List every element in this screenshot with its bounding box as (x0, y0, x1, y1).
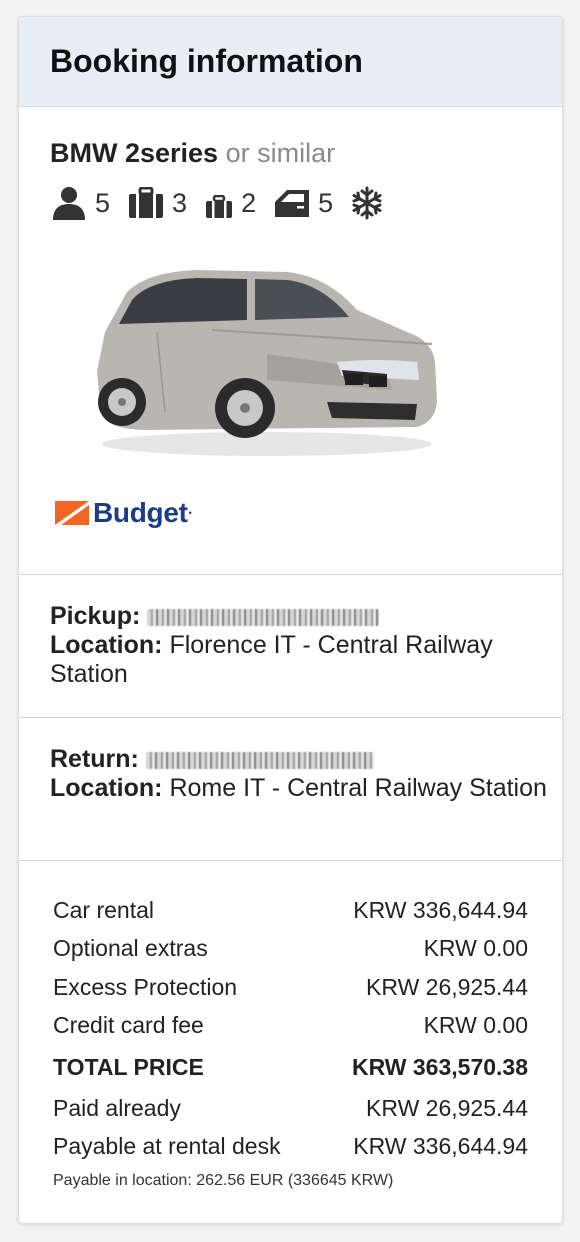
large-bag-icon (129, 187, 164, 218)
price-label: Paid already (53, 1094, 181, 1121)
return-location: Rome IT - Central Railway Station (169, 774, 547, 802)
total-price-row: TOTAL PRICE KRW 363,570.38 (53, 1045, 528, 1089)
feature-passengers: 5 (50, 186, 110, 220)
air-conditioning-icon (352, 186, 382, 220)
price-table: Car rental KRW 336,644.94 Optional extra… (53, 891, 528, 1166)
price-label: Excess Protection (53, 973, 238, 1000)
car-similar-text: or similar (225, 138, 336, 168)
payable-in-location-note: Payable in location: 262.56 EUR (336645 … (53, 1172, 394, 1189)
price-row: Paid already KRW 26,925.44 (53, 1089, 528, 1128)
feature-small-bags: 2 (204, 187, 256, 219)
price-summary: Car rental KRW 336,644.94 Optional extra… (19, 861, 562, 1190)
supplier-logo: Budget • (55, 497, 192, 529)
supplier-name: Budget (93, 497, 188, 528)
small-bag-icon (206, 195, 233, 218)
car-features: 5 3 2 5 (50, 183, 562, 223)
card-header: Booking information (19, 17, 562, 107)
price-amount: KRW 26,925.44 (366, 1094, 528, 1121)
pickup-datetime-redacted (147, 609, 380, 626)
total-price-label: TOTAL PRICE (53, 1053, 204, 1080)
price-amount: KRW 0.00 (423, 1012, 528, 1039)
door-count: 5 (318, 187, 334, 218)
price-amount: KRW 336,644.94 (353, 1133, 528, 1160)
return-location-line: Location: Rome IT - Central Railway Stat… (50, 774, 562, 803)
feature-doors: 5 (273, 188, 333, 219)
passenger-count: 5 (95, 187, 111, 218)
price-label: Payable at rental desk (53, 1133, 281, 1160)
small-bag-count: 2 (241, 187, 257, 218)
return-datetime-redacted (145, 752, 374, 769)
pickup-location-line: Location: Florence IT - Central Railway … (50, 631, 562, 689)
page-title: Booking information (50, 43, 363, 79)
doors-icon (275, 190, 310, 217)
total-price-amount: KRW 363,570.38 (351, 1053, 528, 1080)
pickup-section: Pickup: Location: Florence IT - Central … (19, 575, 562, 718)
price-row: Optional extras KRW 0.00 (53, 930, 528, 969)
price-amount: KRW 336,644.94 (353, 896, 528, 923)
car-section: BMW 2series or similar 5 3 2 5 Budget • (19, 107, 562, 575)
price-row: Credit card fee KRW 0.00 (53, 1007, 528, 1046)
large-bag-count: 3 (172, 187, 188, 218)
price-label: Optional extras (53, 935, 208, 962)
car-image (97, 270, 437, 456)
pickup-line: Pickup: (50, 602, 562, 631)
price-amount: KRW 0.00 (423, 935, 528, 962)
budget-logo (55, 501, 89, 525)
price-amount: KRW 26,925.44 (366, 973, 528, 1000)
passenger-icon (53, 187, 85, 220)
feature-air-conditioning (350, 186, 384, 220)
car-model: BMW 2series (50, 138, 219, 168)
return-location-label: Location: (50, 774, 163, 802)
car-title: BMW 2series or similar (50, 137, 562, 169)
price-row: Payable at rental desk KRW 336,644.94 (53, 1128, 528, 1167)
trademark-mark: • (188, 508, 192, 518)
return-line: Return: (50, 745, 562, 774)
price-label: Credit card fee (53, 1012, 204, 1039)
feature-large-bags: 3 (127, 187, 187, 219)
pickup-label: Pickup: (50, 602, 141, 630)
return-label: Return: (50, 745, 139, 773)
price-row: Car rental KRW 336,644.94 (53, 891, 528, 930)
price-label: Car rental (53, 896, 154, 923)
pickup-location-label: Location: (50, 631, 163, 659)
return-section: Return: Location: Rome IT - Central Rail… (19, 718, 562, 861)
booking-information-card: Booking information BMW 2series or simil… (18, 16, 563, 1224)
price-row: Excess Protection KRW 26,925.44 (53, 968, 528, 1007)
